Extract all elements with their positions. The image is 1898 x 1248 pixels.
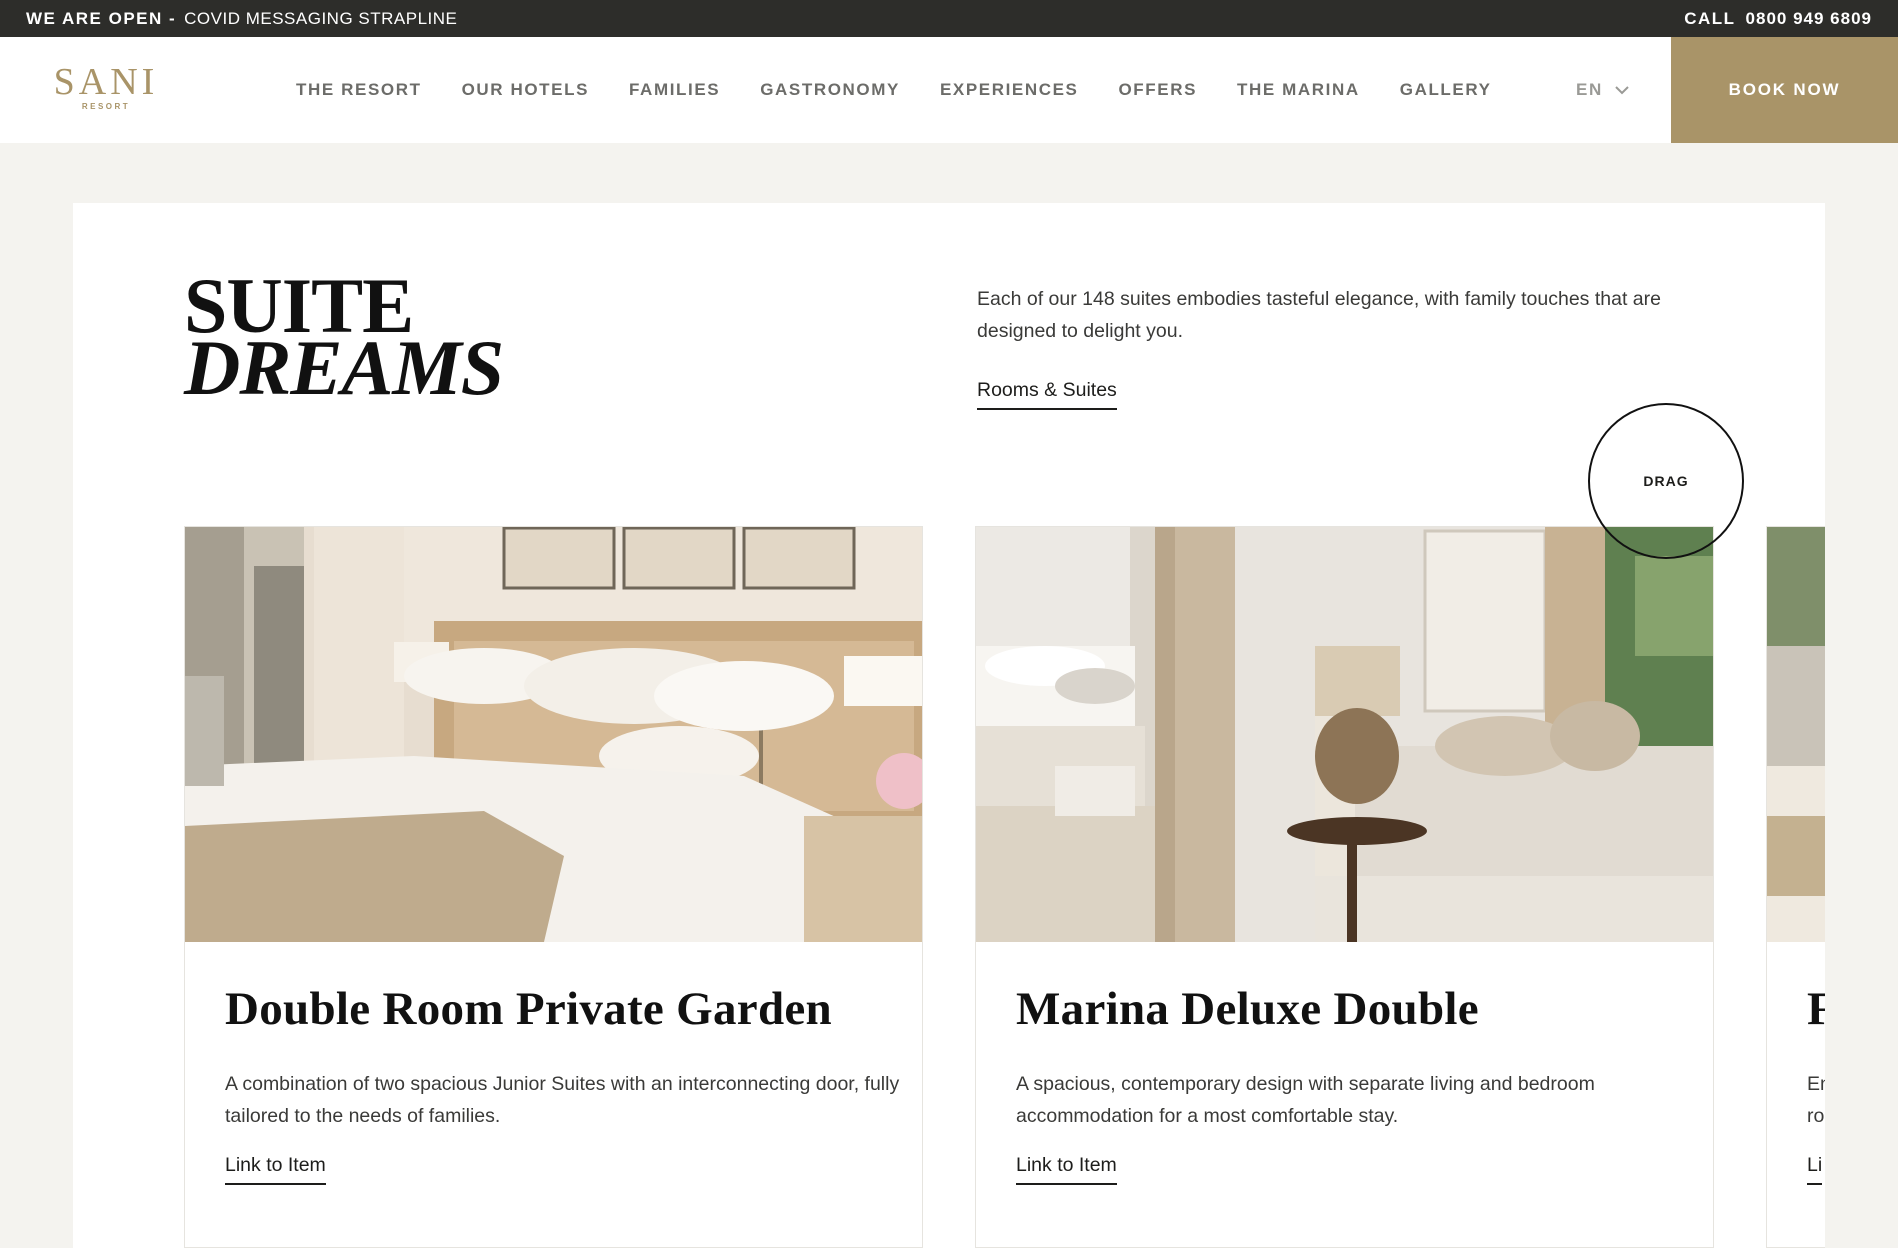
language-selector[interactable]: EN <box>1576 37 1629 143</box>
drag-cursor[interactable]: DRAG <box>1588 403 1744 559</box>
main-header: SANI RESORT THE RESORT OUR HOTELS FAMILI… <box>0 37 1898 143</box>
nav-our-hotels[interactable]: OUR HOTELS <box>462 80 589 100</box>
room-link[interactable]: Link to Item <box>225 1154 326 1185</box>
room-description: En ro <box>1807 1073 1825 1127</box>
room-card[interactable]: Marina Deluxe Double A spacious, contemp… <box>975 526 1714 1248</box>
call-label: CALL <box>1684 8 1736 28</box>
language-label: EN <box>1576 80 1603 99</box>
nav-the-marina[interactable]: THE MARINA <box>1237 80 1360 100</box>
logo-name: SANI <box>53 61 159 103</box>
strapline-message: WE ARE OPEN - COVID MESSAGING STRAPLINE <box>26 0 457 37</box>
covid-message: COVID MESSAGING STRAPLINE <box>184 8 458 28</box>
logo-sub: RESORT <box>81 102 131 111</box>
room-title: F <box>1807 982 1825 1036</box>
title-line2: DREAMS <box>184 324 504 411</box>
room-link[interactable]: Li <box>1807 1154 1823 1185</box>
call-contact[interactable]: CALL 0800 949 6809 <box>1684 0 1872 37</box>
nav-the-resort[interactable]: THE RESORT <box>296 80 422 100</box>
room-image-partial <box>1767 527 1825 942</box>
sani-logo[interactable]: SANI RESORT <box>50 63 162 111</box>
room-card[interactable]: F En ro Li <box>1766 526 1825 1248</box>
section-intro: Each of our 148 suites embodies tasteful… <box>977 288 1661 342</box>
open-label: WE ARE OPEN - <box>26 8 177 28</box>
nav-gastronomy[interactable]: GASTRONOMY <box>760 80 900 100</box>
nav-experiences[interactable]: EXPERIENCES <box>940 80 1079 100</box>
nav-offers[interactable]: OFFERS <box>1118 80 1197 100</box>
nav-families[interactable]: FAMILIES <box>629 80 720 100</box>
room-description: A combination of two spacious Junior Sui… <box>225 1073 900 1127</box>
chevron-down-icon <box>1615 85 1629 94</box>
room-title: Double Room Private Garden <box>225 983 832 1035</box>
nav-gallery[interactable]: GALLERY <box>1400 80 1492 100</box>
phone-number[interactable]: 0800 949 6809 <box>1746 9 1872 29</box>
rooms-suites-link[interactable]: Rooms & Suites <box>977 379 1117 410</box>
room-image-marina-deluxe <box>976 527 1713 942</box>
main-nav: THE RESORT OUR HOTELS FAMILIES GASTRONOM… <box>296 37 1532 143</box>
book-now-button[interactable]: BOOK NOW <box>1671 37 1898 143</box>
room-description: A spacious, contemporary design with sep… <box>1016 1073 1595 1127</box>
room-link[interactable]: Link to Item <box>1016 1154 1117 1185</box>
room-image-double-private-garden <box>185 527 922 942</box>
room-card[interactable]: Double Room Private Garden A combination… <box>184 526 923 1248</box>
top-strapline: WE ARE OPEN - COVID MESSAGING STRAPLINE … <box>0 0 1898 37</box>
section-title: SUITE DREAMS <box>184 267 504 411</box>
suite-dreams-section: SUITE DREAMS Each of our 148 suites embo… <box>73 203 1825 1248</box>
room-title: Marina Deluxe Double <box>1016 983 1479 1035</box>
